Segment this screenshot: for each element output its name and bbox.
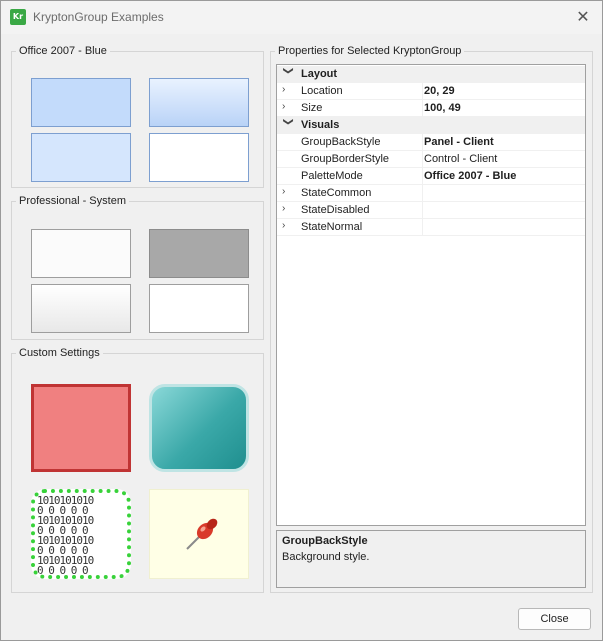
column-divider	[422, 185, 423, 202]
group-label-office: Office 2007 - Blue	[19, 45, 107, 57]
description-title: GroupBackStyle	[282, 535, 368, 547]
property-name: PaletteMode	[301, 170, 363, 182]
expand-icon[interactable]: ›	[282, 186, 294, 197]
property-value[interactable]: 100, 49	[424, 102, 461, 114]
group-office-2007-blue: Office 2007 - Blue	[11, 45, 264, 188]
property-row-statecommon[interactable]: › StateCommon	[277, 185, 585, 202]
custom-sample-teal[interactable]	[149, 384, 249, 472]
custom-sample-binary[interactable]: 1010101010 0 0 0 0 0 1010101010 0 0 0 0 …	[31, 489, 131, 579]
office-sample-1[interactable]	[31, 78, 131, 127]
property-name: StateCommon	[301, 187, 372, 199]
office-sample-4[interactable]	[149, 133, 249, 182]
property-row-palettemode[interactable]: PaletteMode Office 2007 - Blue	[277, 168, 585, 185]
column-divider	[422, 83, 423, 100]
close-button[interactable]: Close	[518, 608, 591, 630]
description-text: Background style.	[282, 551, 370, 563]
group-professional-system: Professional - System	[11, 195, 264, 340]
office-sample-3[interactable]	[31, 133, 131, 182]
expand-icon[interactable]: ›	[282, 203, 294, 214]
group-custom-settings: Custom Settings 1010101010 0 0 0 0 0 101…	[11, 347, 264, 593]
property-name: Visuals	[301, 119, 340, 131]
collapse-icon[interactable]: ❯	[283, 118, 294, 130]
property-row-statenormal[interactable]: › StateNormal	[277, 219, 585, 236]
custom-sample-pin[interactable]	[149, 489, 249, 579]
property-name: Size	[301, 102, 323, 114]
professional-sample-4[interactable]	[149, 284, 249, 333]
column-divider	[422, 202, 423, 219]
property-description-panel: GroupBackStyle Background style.	[276, 530, 586, 588]
column-divider	[422, 134, 423, 151]
properties-group-label: Properties for Selected KryptonGroup	[278, 45, 462, 57]
property-name: GroupBackStyle	[301, 136, 381, 148]
group-label-custom: Custom Settings	[19, 347, 100, 359]
property-row-groupbackstyle[interactable]: GroupBackStyle Panel - Client	[277, 134, 585, 151]
expand-icon[interactable]: ›	[282, 220, 294, 231]
dialog-window: Kr KryptonGroup Examples ✕ Office 2007 -…	[0, 0, 603, 641]
property-row-statedisabled[interactable]: › StateDisabled	[277, 202, 585, 219]
property-name: StateNormal	[301, 221, 363, 233]
property-value[interactable]: Office 2007 - Blue	[424, 170, 516, 182]
window-title: KryptonGroup Examples	[33, 10, 164, 24]
professional-sample-1[interactable]	[31, 229, 131, 278]
group-label-professional: Professional - System	[19, 195, 126, 207]
property-name: StateDisabled	[301, 204, 370, 216]
property-grid[interactable]: ❯ Layout › Location 20, 29 › Size 100, 4…	[276, 64, 586, 526]
property-category-layout[interactable]: ❯ Layout	[277, 66, 585, 83]
pushpin-icon	[186, 518, 218, 550]
expand-icon[interactable]: ›	[282, 101, 294, 112]
column-divider	[422, 219, 423, 236]
krypton-app-icon: Kr	[10, 9, 26, 25]
custom-sample-red[interactable]	[31, 384, 131, 472]
column-divider	[422, 151, 423, 168]
collapse-icon[interactable]: ❯	[283, 67, 294, 79]
property-value[interactable]: Panel - Client	[424, 136, 494, 148]
property-row-location[interactable]: › Location 20, 29	[277, 83, 585, 100]
professional-sample-2[interactable]	[149, 229, 249, 278]
property-value[interactable]: Control - Client	[424, 153, 497, 165]
property-name: Location	[301, 85, 343, 97]
professional-sample-3[interactable]	[31, 284, 131, 333]
column-divider	[422, 168, 423, 185]
property-name: GroupBorderStyle	[301, 153, 390, 165]
property-row-size[interactable]: › Size 100, 49	[277, 100, 585, 117]
title-bar[interactable]: Kr KryptonGroup Examples ✕	[1, 1, 602, 34]
property-name: Layout	[301, 68, 338, 80]
property-value[interactable]: 20, 29	[424, 85, 455, 97]
property-category-visuals[interactable]: ❯ Visuals	[277, 117, 585, 134]
property-row-groupborderstyle[interactable]: GroupBorderStyle Control - Client	[277, 151, 585, 168]
close-icon[interactable]: ✕	[572, 7, 594, 29]
expand-icon[interactable]: ›	[282, 84, 294, 95]
column-divider	[422, 100, 423, 117]
office-sample-2[interactable]	[149, 78, 249, 127]
